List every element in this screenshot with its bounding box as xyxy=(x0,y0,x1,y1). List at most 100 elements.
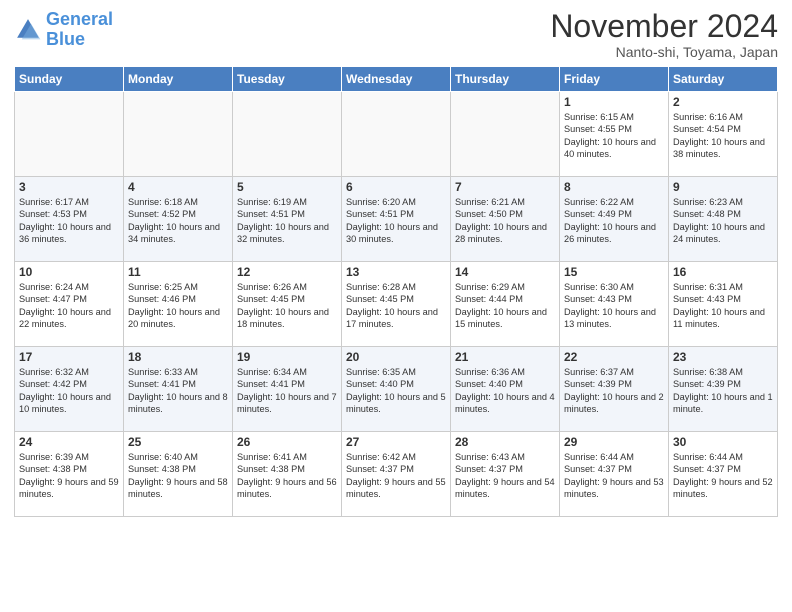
logo-text: General Blue xyxy=(46,10,113,50)
calendar-cell: 29 Sunrise: 6:44 AM Sunset: 4:37 PM Dayli… xyxy=(560,432,669,517)
day-number: 30 xyxy=(673,435,773,449)
day-number: 7 xyxy=(455,180,555,194)
day-info: Sunrise: 6:26 AM Sunset: 4:45 PM Dayligh… xyxy=(237,281,337,331)
calendar-cell: 25 Sunrise: 6:40 AM Sunset: 4:38 PM Dayli… xyxy=(124,432,233,517)
day-info: Sunrise: 6:20 AM Sunset: 4:51 PM Dayligh… xyxy=(346,196,446,246)
title-block: November 2024 Nanto-shi, Toyama, Japan xyxy=(550,10,778,60)
day-info: Sunrise: 6:21 AM Sunset: 4:50 PM Dayligh… xyxy=(455,196,555,246)
calendar-cell: 30 Sunrise: 6:44 AM Sunset: 4:37 PM Dayli… xyxy=(669,432,778,517)
day-info: Sunrise: 6:39 AM Sunset: 4:38 PM Dayligh… xyxy=(19,451,119,501)
day-number: 4 xyxy=(128,180,228,194)
day-info: Sunrise: 6:18 AM Sunset: 4:52 PM Dayligh… xyxy=(128,196,228,246)
calendar-week-1: 1 Sunrise: 6:15 AM Sunset: 4:55 PM Daylig… xyxy=(15,92,778,177)
calendar-cell: 22Sunrise: 6:37 AM Sunset: 4:39 PM Dayli… xyxy=(560,347,669,432)
day-number: 3 xyxy=(19,180,119,194)
calendar-cell: 7 Sunrise: 6:21 AM Sunset: 4:50 PM Daylig… xyxy=(451,177,560,262)
calendar-cell xyxy=(342,92,451,177)
day-info: Sunrise: 6:30 AM Sunset: 4:43 PM Dayligh… xyxy=(564,281,664,331)
calendar-cell: 14Sunrise: 6:29 AM Sunset: 4:44 PM Dayli… xyxy=(451,262,560,347)
day-info: Sunrise: 6:17 AM Sunset: 4:53 PM Dayligh… xyxy=(19,196,119,246)
weekday-header-sunday: Sunday xyxy=(15,67,124,92)
calendar-cell: 17 Sunrise: 6:32 AM Sunset: 4:42 PM Dayli… xyxy=(15,347,124,432)
day-info: Sunrise: 6:16 AM Sunset: 4:54 PM Dayligh… xyxy=(673,111,773,161)
day-number: 10 xyxy=(19,265,119,279)
calendar-cell: 13Sunrise: 6:28 AM Sunset: 4:45 PM Dayli… xyxy=(342,262,451,347)
day-number: 2 xyxy=(673,95,773,109)
calendar-week-4: 17 Sunrise: 6:32 AM Sunset: 4:42 PM Dayli… xyxy=(15,347,778,432)
day-info: Sunrise: 6:32 AM Sunset: 4:42 PM Dayligh… xyxy=(19,366,119,416)
calendar-cell: 3 Sunrise: 6:17 AM Sunset: 4:53 PM Daylig… xyxy=(15,177,124,262)
day-info: Sunrise: 6:41 AM Sunset: 4:38 PM Dayligh… xyxy=(237,451,337,501)
day-number: 19 xyxy=(237,350,337,364)
calendar-cell xyxy=(124,92,233,177)
calendar-cell: 16Sunrise: 6:31 AM Sunset: 4:43 PM Dayli… xyxy=(669,262,778,347)
calendar-cell: 23 Sunrise: 6:38 AM Sunset: 4:39 PM Dayli… xyxy=(669,347,778,432)
calendar-cell xyxy=(15,92,124,177)
calendar-cell: 20Sunrise: 6:35 AM Sunset: 4:40 PM Dayli… xyxy=(342,347,451,432)
day-info: Sunrise: 6:44 AM Sunset: 4:37 PM Dayligh… xyxy=(564,451,664,501)
day-number: 6 xyxy=(346,180,446,194)
day-number: 29 xyxy=(564,435,664,449)
day-info: Sunrise: 6:24 AM Sunset: 4:47 PM Dayligh… xyxy=(19,281,119,331)
calendar-cell: 2 Sunrise: 6:16 AM Sunset: 4:54 PM Daylig… xyxy=(669,92,778,177)
day-info: Sunrise: 6:38 AM Sunset: 4:39 PM Dayligh… xyxy=(673,366,773,416)
day-number: 5 xyxy=(237,180,337,194)
day-info: Sunrise: 6:22 AM Sunset: 4:49 PM Dayligh… xyxy=(564,196,664,246)
logo-icon xyxy=(14,16,42,44)
day-number: 25 xyxy=(128,435,228,449)
day-number: 9 xyxy=(673,180,773,194)
calendar-cell: 21 Sunrise: 6:36 AM Sunset: 4:40 PM Dayli… xyxy=(451,347,560,432)
calendar-cell: 11Sunrise: 6:25 AM Sunset: 4:46 PM Dayli… xyxy=(124,262,233,347)
day-info: Sunrise: 6:36 AM Sunset: 4:40 PM Dayligh… xyxy=(455,366,555,416)
calendar-cell: 9 Sunrise: 6:23 AM Sunset: 4:48 PM Daylig… xyxy=(669,177,778,262)
calendar-cell: 4 Sunrise: 6:18 AM Sunset: 4:52 PM Daylig… xyxy=(124,177,233,262)
day-info: Sunrise: 6:34 AM Sunset: 4:41 PM Dayligh… xyxy=(237,366,337,416)
calendar-cell: 12Sunrise: 6:26 AM Sunset: 4:45 PM Dayli… xyxy=(233,262,342,347)
weekday-row: SundayMondayTuesdayWednesdayThursdayFrid… xyxy=(15,67,778,92)
day-number: 8 xyxy=(564,180,664,194)
day-info: Sunrise: 6:42 AM Sunset: 4:37 PM Dayligh… xyxy=(346,451,446,501)
day-number: 24 xyxy=(19,435,119,449)
weekday-header-friday: Friday xyxy=(560,67,669,92)
day-number: 17 xyxy=(19,350,119,364)
day-number: 23 xyxy=(673,350,773,364)
weekday-header-thursday: Thursday xyxy=(451,67,560,92)
day-info: Sunrise: 6:23 AM Sunset: 4:48 PM Dayligh… xyxy=(673,196,773,246)
calendar-cell: 6 Sunrise: 6:20 AM Sunset: 4:51 PM Daylig… xyxy=(342,177,451,262)
day-info: Sunrise: 6:15 AM Sunset: 4:55 PM Dayligh… xyxy=(564,111,664,161)
day-info: Sunrise: 6:40 AM Sunset: 4:38 PM Dayligh… xyxy=(128,451,228,501)
day-number: 26 xyxy=(237,435,337,449)
calendar-cell: 8 Sunrise: 6:22 AM Sunset: 4:49 PM Daylig… xyxy=(560,177,669,262)
calendar-week-2: 3 Sunrise: 6:17 AM Sunset: 4:53 PM Daylig… xyxy=(15,177,778,262)
weekday-header-tuesday: Tuesday xyxy=(233,67,342,92)
calendar-cell xyxy=(233,92,342,177)
day-number: 16 xyxy=(673,265,773,279)
day-info: Sunrise: 6:19 AM Sunset: 4:51 PM Dayligh… xyxy=(237,196,337,246)
day-info: Sunrise: 6:44 AM Sunset: 4:37 PM Dayligh… xyxy=(673,451,773,501)
calendar-table: SundayMondayTuesdayWednesdayThursdayFrid… xyxy=(14,66,778,517)
calendar-cell: 1 Sunrise: 6:15 AM Sunset: 4:55 PM Daylig… xyxy=(560,92,669,177)
day-number: 27 xyxy=(346,435,446,449)
calendar-cell: 27 Sunrise: 6:42 AM Sunset: 4:37 PM Dayli… xyxy=(342,432,451,517)
page: General Blue November 2024 Nanto-shi, To… xyxy=(0,0,792,527)
calendar-cell: 18Sunrise: 6:33 AM Sunset: 4:41 PM Dayli… xyxy=(124,347,233,432)
month-title: November 2024 xyxy=(550,10,778,42)
calendar-cell: 19 Sunrise: 6:34 AM Sunset: 4:41 PM Dayli… xyxy=(233,347,342,432)
day-number: 13 xyxy=(346,265,446,279)
calendar-cell: 10 Sunrise: 6:24 AM Sunset: 4:47 PM Dayli… xyxy=(15,262,124,347)
day-info: Sunrise: 6:43 AM Sunset: 4:37 PM Dayligh… xyxy=(455,451,555,501)
subtitle: Nanto-shi, Toyama, Japan xyxy=(550,44,778,60)
weekday-header-monday: Monday xyxy=(124,67,233,92)
day-info: Sunrise: 6:37 AM Sunset: 4:39 PM Dayligh… xyxy=(564,366,664,416)
calendar-cell xyxy=(451,92,560,177)
calendar-cell: 24 Sunrise: 6:39 AM Sunset: 4:38 PM Dayli… xyxy=(15,432,124,517)
calendar-cell: 15Sunrise: 6:30 AM Sunset: 4:43 PM Dayli… xyxy=(560,262,669,347)
weekday-header-wednesday: Wednesday xyxy=(342,67,451,92)
day-number: 1 xyxy=(564,95,664,109)
day-number: 21 xyxy=(455,350,555,364)
logo-line2: Blue xyxy=(46,29,85,49)
day-info: Sunrise: 6:35 AM Sunset: 4:40 PM Dayligh… xyxy=(346,366,446,416)
day-number: 28 xyxy=(455,435,555,449)
day-number: 18 xyxy=(128,350,228,364)
logo-line1: General xyxy=(46,9,113,29)
